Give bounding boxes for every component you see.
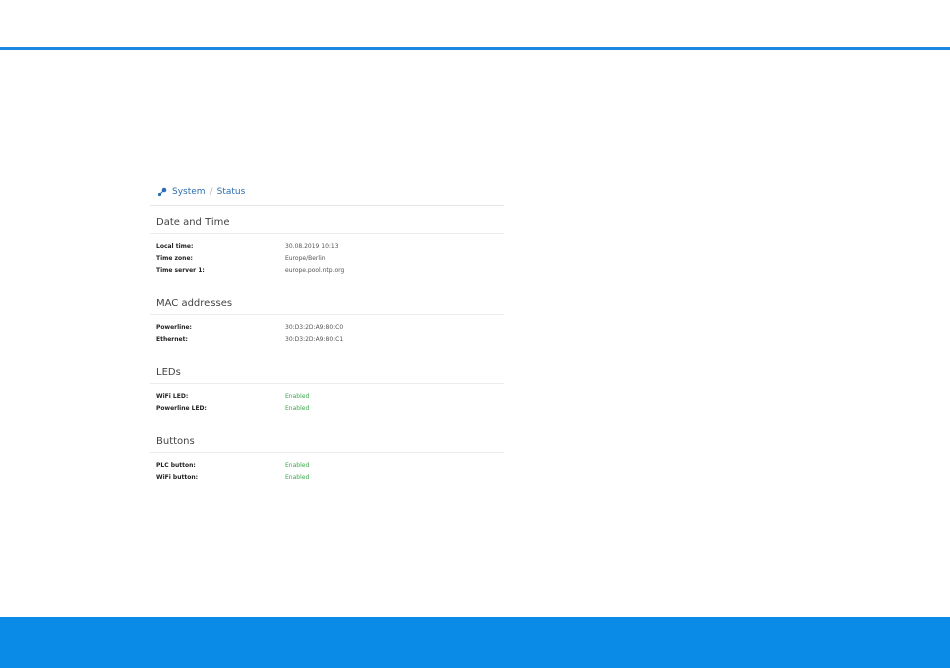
row-label: Local time: bbox=[156, 243, 194, 250]
section-title: Buttons bbox=[156, 436, 195, 447]
info-row-plc-button: PLC button: Enabled bbox=[150, 460, 504, 472]
row-label: Ethernet: bbox=[156, 336, 188, 343]
row-value: Europe/Berlin bbox=[285, 255, 326, 262]
divider bbox=[150, 452, 504, 453]
row-label: PLC button: bbox=[156, 462, 196, 469]
info-row-ethernet-mac: Ethernet: 30:D3:2D:A9:80:C1 bbox=[150, 334, 504, 346]
section-buttons: Buttons PLC button: Enabled WiFi button:… bbox=[150, 435, 504, 484]
status-enabled: Enabled bbox=[285, 474, 310, 481]
row-value: 30:D3:2D:A9:80:C0 bbox=[285, 324, 344, 331]
network-icon bbox=[157, 187, 167, 197]
footer-bar bbox=[0, 617, 950, 668]
info-row-time-zone: Time zone: Europe/Berlin bbox=[150, 253, 504, 265]
info-row-wifi-button: WiFi button: Enabled bbox=[150, 472, 504, 484]
row-label: Time server 1: bbox=[156, 267, 205, 274]
status-enabled: Enabled bbox=[285, 405, 310, 412]
section-title: LEDs bbox=[156, 367, 181, 378]
divider bbox=[150, 205, 504, 206]
row-label: WiFi button: bbox=[156, 474, 199, 481]
divider bbox=[150, 314, 504, 315]
status-enabled: Enabled bbox=[285, 393, 310, 400]
divider bbox=[150, 383, 504, 384]
info-row-powerline-mac: Powerline: 30:D3:2D:A9:80:C0 bbox=[150, 322, 504, 334]
breadcrumb-separator: / bbox=[209, 187, 213, 197]
breadcrumb-system-link[interactable]: System bbox=[172, 187, 206, 197]
row-value: 30.08.2019 10:13 bbox=[285, 243, 339, 250]
section-title: Date and Time bbox=[156, 217, 230, 228]
info-row-powerline-led: Powerline LED: Enabled bbox=[150, 403, 504, 415]
breadcrumb-status: Status bbox=[216, 187, 246, 197]
breadcrumb: System / Status bbox=[150, 183, 504, 201]
info-row-time-server: Time server 1: europe.pool.ntp.org bbox=[150, 265, 504, 277]
section-title: MAC addresses bbox=[156, 298, 233, 309]
info-row-wifi-led: WiFi LED: Enabled bbox=[150, 391, 504, 403]
divider bbox=[150, 233, 504, 234]
row-value: europe.pool.ntp.org bbox=[285, 267, 345, 274]
status-panel: System / Status Date and Time Local time… bbox=[150, 183, 504, 484]
row-label: Time zone: bbox=[156, 255, 193, 262]
header-accent-line bbox=[0, 47, 950, 50]
row-label: Powerline LED: bbox=[156, 405, 207, 412]
row-label: Powerline: bbox=[156, 324, 192, 331]
info-row-local-time: Local time: 30.08.2019 10:13 bbox=[150, 241, 504, 253]
row-value: 30:D3:2D:A9:80:C1 bbox=[285, 336, 344, 343]
section-date-time: Date and Time Local time: 30.08.2019 10:… bbox=[150, 216, 504, 277]
section-leds: LEDs WiFi LED: Enabled Powerline LED: En… bbox=[150, 366, 504, 415]
section-mac-addresses: MAC addresses Powerline: 30:D3:2D:A9:80:… bbox=[150, 297, 504, 346]
row-label: WiFi LED: bbox=[156, 393, 189, 400]
status-enabled: Enabled bbox=[285, 462, 310, 469]
